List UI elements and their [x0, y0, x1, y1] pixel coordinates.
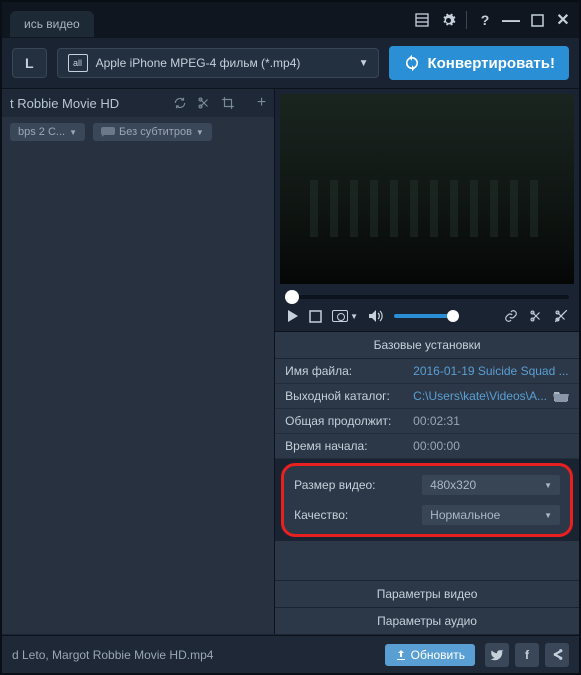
refresh-icon — [403, 54, 421, 72]
row-video-size: Размер видео: 480x320 ▼ — [284, 470, 570, 500]
seek-area — [275, 289, 579, 301]
preview-frame — [280, 94, 574, 284]
label-duration: Общая продолжит: — [285, 414, 413, 428]
chevron-down-icon: ▼ — [544, 481, 552, 490]
dropdown-quality[interactable]: Нормальное ▼ — [422, 505, 560, 525]
status-filename: d Leto, Margot Robbie Movie HD.mp4 — [12, 648, 385, 662]
close-icon[interactable]: ✕ — [555, 12, 571, 28]
convert-button[interactable]: Конвертировать! — [389, 46, 569, 80]
tab-area: ись видео — [10, 2, 94, 38]
titlebar: ись видео ? — ✕ — [2, 2, 579, 38]
subtitle-pill[interactable]: Без субтитров ▼ — [93, 123, 212, 141]
video-preview[interactable] — [280, 94, 574, 284]
spacer — [275, 541, 579, 580]
profile-select[interactable]: all Apple iPhone MPEG-4 фильм (*.mp4) ▼ — [57, 48, 380, 78]
reload-icon[interactable] — [173, 96, 187, 110]
left-panel: t Robbie Movie HD + bps 2 C... ▼ — [2, 89, 274, 634]
row-quality: Качество: Нормальное ▼ — [284, 500, 570, 530]
no-cut-icon[interactable] — [553, 309, 569, 323]
chevron-down-icon: ▼ — [544, 511, 552, 520]
label-video-size: Размер видео: — [294, 478, 422, 492]
add-file-icon[interactable]: + — [257, 94, 266, 112]
minimize-icon[interactable]: — — [503, 12, 519, 28]
seek-bar[interactable] — [285, 295, 569, 299]
dropdown-video-size[interactable]: 480x320 ▼ — [422, 475, 560, 495]
crop-icon[interactable] — [221, 96, 235, 110]
row-starttime: Время начала: 00:00:00 — [275, 434, 579, 459]
snapshot-icon[interactable]: ▼ — [332, 310, 358, 322]
subtitle-icon — [101, 127, 115, 137]
file-title: t Robbie Movie HD — [10, 96, 165, 111]
profile-text: Apple iPhone MPEG-4 фильм (*.mp4) — [96, 56, 351, 70]
twitter-icon[interactable] — [485, 643, 509, 667]
value-video-size: 480x320 — [430, 478, 476, 492]
gear-icon[interactable] — [440, 12, 456, 28]
play-icon[interactable] — [285, 309, 299, 323]
main-area: t Robbie Movie HD + bps 2 C... ▼ — [2, 89, 579, 634]
stop-icon[interactable] — [309, 310, 322, 323]
video-params-button[interactable]: Параметры видео — [275, 580, 579, 607]
subtitle-text: Без субтитров — [119, 126, 192, 138]
tab-video-rec[interactable]: ись видео — [10, 11, 94, 37]
social-links: f — [485, 643, 569, 667]
chevron-down-icon: ▼ — [196, 128, 204, 137]
folder-icon[interactable] — [553, 390, 569, 402]
file-header-tools: + — [173, 94, 266, 112]
row-filename: Имя файла: 2016-01-19 Suicide Squad ... — [275, 359, 579, 384]
audio-params-button[interactable]: Параметры аудио — [275, 607, 579, 634]
value-outdir[interactable]: C:\Users\kate\Videos\A... — [413, 389, 547, 403]
main-toolbar: L all Apple iPhone MPEG-4 фильм (*.mp4) … — [2, 38, 579, 89]
upload-icon — [395, 649, 407, 661]
value-filename[interactable]: 2016-01-19 Suicide Squad ... — [413, 364, 569, 378]
bitrate-pill[interactable]: bps 2 C... ▼ — [10, 123, 85, 141]
file-options-row: bps 2 C... ▼ Без субтитров ▼ — [2, 117, 274, 147]
scissors-icon[interactable] — [197, 96, 211, 110]
file-list-area — [2, 147, 274, 634]
share-icon[interactable] — [545, 643, 569, 667]
update-button[interactable]: Обновить — [385, 644, 475, 666]
row-duration: Общая продолжит: 00:02:31 — [275, 409, 579, 434]
label-starttime: Время начала: — [285, 439, 413, 453]
status-bar: d Leto, Margot Robbie Movie HD.mp4 Обнов… — [2, 635, 579, 673]
convert-label: Конвертировать! — [427, 55, 555, 72]
left-tool-button[interactable]: L — [12, 48, 47, 78]
value-quality: Нормальное — [430, 508, 500, 522]
label-quality: Качество: — [294, 508, 422, 522]
profile-all-icon: all — [68, 54, 88, 72]
row-outdir: Выходной каталог: C:\Users\kate\Videos\A… — [275, 384, 579, 409]
bitrate-text: bps 2 C... — [18, 126, 65, 138]
help-icon[interactable]: ? — [477, 12, 493, 28]
link-icon[interactable] — [503, 309, 519, 323]
maximize-icon[interactable] — [529, 12, 545, 28]
right-panel: ▼ Базовые установки Имя файла: 2016-01-1… — [274, 89, 579, 634]
value-starttime[interactable]: 00:00:00 — [413, 439, 569, 453]
player-controls: ▼ — [275, 301, 579, 331]
update-label: Обновить — [411, 648, 465, 662]
highlighted-settings: Размер видео: 480x320 ▼ Качество: Нормал… — [281, 463, 573, 537]
separator — [466, 11, 467, 29]
menu-icon[interactable] — [414, 12, 430, 28]
chevron-down-icon: ▼ — [69, 128, 77, 137]
volume-slider[interactable] — [394, 314, 454, 318]
file-header: t Robbie Movie HD + — [2, 89, 274, 117]
chevron-down-icon: ▼ — [359, 58, 369, 69]
cut-icon[interactable] — [529, 309, 543, 323]
settings-title: Базовые установки — [275, 331, 579, 359]
titlebar-controls: ? — ✕ — [414, 11, 571, 29]
label-outdir: Выходной каталог: — [285, 389, 413, 403]
label-filename: Имя файла: — [285, 364, 413, 378]
value-duration: 00:02:31 — [413, 414, 569, 428]
facebook-icon[interactable]: f — [515, 643, 539, 667]
volume-icon[interactable] — [368, 309, 384, 323]
